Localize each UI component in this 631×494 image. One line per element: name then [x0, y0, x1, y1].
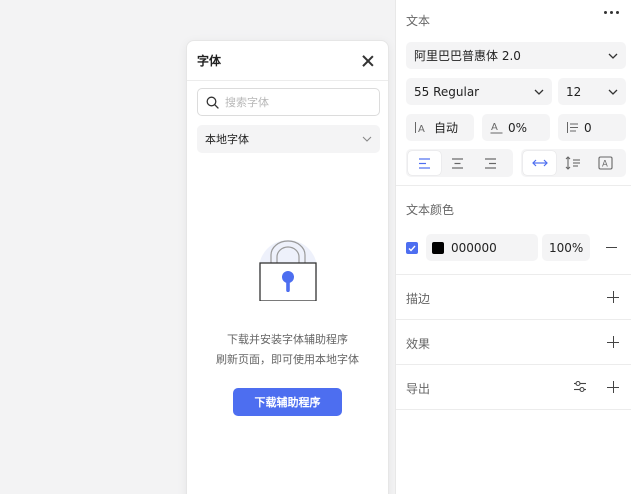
- auto-width-button[interactable]: [523, 151, 556, 175]
- text-color-section-title: 文本颜色: [406, 203, 455, 217]
- search-icon: [206, 96, 219, 109]
- text-align-group: [406, 149, 513, 177]
- more-options-icon[interactable]: [604, 11, 619, 14]
- chevron-down-icon: [534, 89, 544, 95]
- font-panel-header: 字体: [187, 41, 388, 81]
- paragraph-spacing-field[interactable]: 0: [558, 114, 626, 141]
- text-color-enabled-checkbox[interactable]: [406, 242, 418, 254]
- effects-section-title: 效果: [406, 337, 431, 351]
- helper-message-line1: 下载并安装字体辅助程序: [227, 333, 348, 346]
- remove-color-icon[interactable]: [606, 247, 617, 249]
- text-color-hex-value: 000000: [451, 240, 497, 255]
- line-height-field[interactable]: A 自动: [406, 114, 474, 141]
- font-family-select[interactable]: 阿里巴巴普惠体 2.0: [406, 42, 626, 69]
- paragraph-spacing-value: 0: [584, 120, 592, 135]
- divider: [396, 409, 631, 410]
- text-color-opacity-value: 100%: [549, 240, 584, 255]
- font-family-value: 阿里巴巴普惠体 2.0: [414, 49, 521, 63]
- align-center-button[interactable]: [441, 151, 474, 175]
- add-stroke-icon[interactable]: [607, 291, 619, 303]
- font-search-input[interactable]: [225, 95, 365, 109]
- chevron-down-icon: [362, 136, 372, 142]
- letter-spacing-icon: A: [490, 122, 503, 134]
- download-helper-button[interactable]: 下载辅助程序: [233, 388, 342, 416]
- font-weight-value: 55 Regular: [414, 84, 480, 99]
- lock-illustration: [259, 240, 317, 301]
- text-resize-group: A: [521, 149, 626, 177]
- font-search-box[interactable]: [197, 88, 380, 116]
- divider: [396, 274, 631, 275]
- font-panel: 字体 本地字体 下载并安装字体辅助程序 刷新页面，即可使用本地字体 下载辅助程序: [186, 40, 389, 494]
- close-icon[interactable]: [360, 53, 376, 69]
- add-effect-icon[interactable]: [607, 336, 619, 348]
- properties-panel: 文本 阿里巴巴普惠体 2.0 55 Regular 12 A 自动 A 0% 0…: [395, 0, 631, 494]
- auto-height-button[interactable]: [556, 151, 589, 175]
- auto-height-icon: [565, 156, 580, 170]
- fixed-size-button[interactable]: A: [589, 151, 622, 175]
- add-export-icon[interactable]: [607, 381, 619, 393]
- divider: [396, 364, 631, 365]
- line-height-icon: A: [415, 122, 425, 134]
- chevron-down-icon: [608, 53, 618, 59]
- font-panel-title: 字体: [197, 54, 222, 68]
- font-weight-select[interactable]: 55 Regular: [406, 78, 552, 105]
- align-right-icon: [485, 157, 496, 169]
- checkmark-icon: [408, 245, 416, 252]
- align-right-button[interactable]: [474, 151, 507, 175]
- font-source-select[interactable]: 本地字体: [197, 125, 380, 153]
- export-settings-icon[interactable]: [573, 380, 587, 393]
- stroke-section-title: 描边: [406, 292, 431, 306]
- svg-text:A: A: [491, 122, 498, 133]
- svg-text:A: A: [602, 160, 608, 170]
- font-size-value: 12: [566, 84, 582, 99]
- font-source-value: 本地字体: [205, 133, 249, 146]
- letter-spacing-field[interactable]: A 0%: [482, 114, 550, 141]
- export-section-title: 导出: [406, 382, 431, 396]
- auto-width-icon: [531, 159, 548, 167]
- chevron-down-icon: [608, 89, 618, 95]
- svg-text:A: A: [418, 124, 425, 134]
- color-swatch[interactable]: [432, 241, 444, 254]
- text-section-title: 文本: [406, 14, 431, 28]
- align-center-icon: [452, 157, 463, 169]
- helper-message-line2: 刷新页面，即可使用本地字体: [216, 353, 359, 366]
- text-color-opacity-field[interactable]: 100%: [542, 234, 590, 261]
- font-size-select[interactable]: 12: [558, 78, 626, 105]
- line-height-value: 自动: [434, 121, 459, 135]
- paragraph-spacing-icon: [567, 122, 578, 133]
- fixed-size-icon: A: [598, 156, 613, 170]
- divider: [396, 185, 631, 186]
- text-color-hex-field[interactable]: 000000: [426, 234, 538, 261]
- letter-spacing-value: 0%: [508, 120, 528, 135]
- divider: [396, 319, 631, 320]
- align-left-icon: [419, 157, 430, 169]
- align-left-button[interactable]: [408, 151, 441, 175]
